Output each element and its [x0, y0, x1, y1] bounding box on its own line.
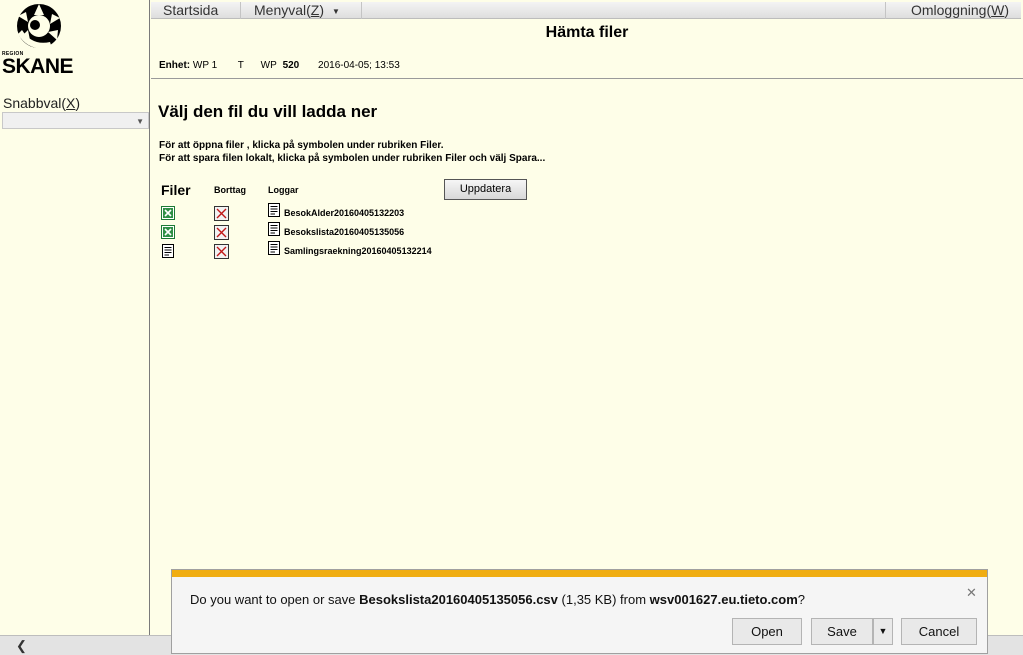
logo-name-text: SKANE — [2, 55, 74, 78]
column-header-filer: Filer — [161, 182, 191, 198]
download-notification-bar: Do you want to open or save Besokslista2… — [171, 569, 988, 654]
update-button[interactable]: Uppdatera — [444, 179, 527, 200]
column-header-borttag: Borttag — [214, 185, 246, 195]
section-heading: Välj den fil du vill ladda ner — [158, 102, 378, 121]
notification-accent-bar — [172, 570, 987, 577]
top-menu-bar: Startsida Menyval(Z) ▼ Omloggning(W) — [151, 2, 1021, 19]
t-label: T — [237, 60, 244, 71]
wp-label: WP — [260, 60, 277, 71]
open-button[interactable]: Open — [732, 618, 802, 645]
excel-file-icon[interactable] — [161, 206, 175, 220]
timestamp: 2016-04-05; 13:53 — [318, 60, 400, 71]
unit-info-row: Enhet: WP 1 T WP 520 2016-04-05; 13:53 — [159, 60, 403, 71]
excel-file-icon[interactable] — [161, 225, 175, 239]
page-title: Hämta filer — [545, 24, 629, 41]
delete-x-icon[interactable] — [214, 225, 229, 240]
download-filename: Besokslista20160405135056.csv — [359, 592, 558, 607]
document-icon[interactable] — [268, 241, 280, 255]
download-host: wsv001627.eu.tieto.com — [649, 592, 798, 607]
menu-menyval[interactable]: Menyval(Z) ▼ — [242, 2, 362, 19]
save-options-chevron-down-icon[interactable]: ▼ — [873, 618, 893, 645]
instruction-save: För att spara filen lokalt, klicka på sy… — [159, 153, 546, 164]
file-row: Besokslista20160405135056 — [151, 222, 651, 243]
document-icon[interactable] — [268, 203, 280, 217]
delete-x-icon[interactable] — [214, 244, 229, 259]
notification-message: Do you want to open or save Besokslista2… — [190, 592, 806, 607]
cancel-button[interactable]: Cancel — [901, 618, 977, 645]
main-content: Hämta filer Enhet: WP 1 T WP 520 2016-04… — [151, 20, 1023, 635]
chevron-left-icon[interactable]: ❮ — [16, 638, 27, 654]
sidebar: REGION SKANE Snabbval(X) ▼ — [0, 0, 150, 655]
close-icon[interactable]: ✕ — [966, 585, 977, 601]
column-header-loggar: Loggar — [268, 185, 299, 195]
save-button[interactable]: Save — [811, 618, 873, 645]
chevron-down-icon: ▼ — [332, 6, 340, 16]
document-file-icon[interactable] — [161, 244, 175, 258]
divider — [151, 78, 1023, 79]
document-icon[interactable] — [268, 222, 280, 236]
log-file-link[interactable]: Besokslista20160405135056 — [284, 227, 404, 237]
file-row: Samlingsraekning20160405132214 — [151, 241, 651, 262]
chevron-down-icon: ▼ — [136, 117, 144, 126]
wp-value: 520 — [282, 60, 300, 71]
menu-omloggning[interactable]: Omloggning(W) — [885, 2, 1021, 19]
menu-startsida[interactable]: Startsida — [151, 2, 241, 19]
delete-x-icon[interactable] — [214, 206, 229, 221]
snabbval-dropdown[interactable]: ▼ — [2, 112, 149, 129]
enhet-label: Enhet: — [159, 60, 191, 71]
file-row: BesokAlder20160405132203 — [151, 203, 651, 224]
log-file-link[interactable]: Samlingsraekning20160405132214 — [284, 246, 432, 256]
instruction-open: För att öppna filer , klicka på symbolen… — [159, 140, 444, 151]
enhet-value: WP 1 — [192, 60, 218, 71]
snabbval-label: Snabbval(X) — [3, 95, 81, 111]
log-file-link[interactable]: BesokAlder20160405132203 — [284, 208, 404, 218]
